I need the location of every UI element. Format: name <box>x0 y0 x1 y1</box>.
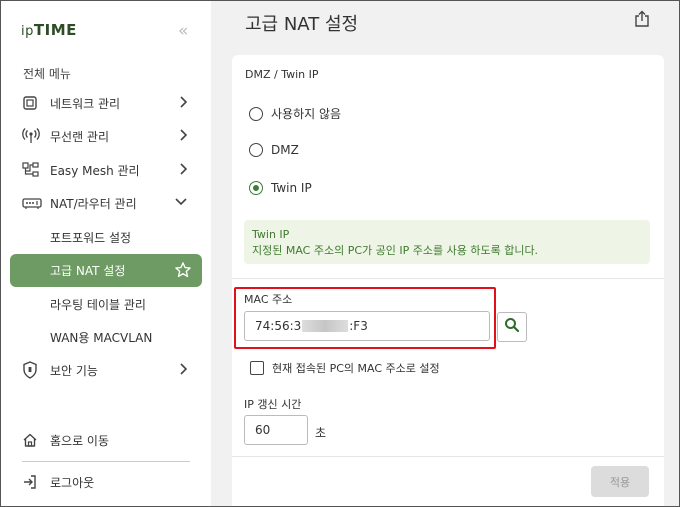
redacted-blur <box>302 320 349 332</box>
footer-divider <box>232 456 664 457</box>
sidebar-item-nat-router[interactable]: NAT/라우터 관리 <box>10 187 202 219</box>
sidebar-item-logout[interactable]: 로그아웃 <box>10 466 202 498</box>
menu-title: 전체 메뉴 <box>23 67 71 81</box>
radio-dmz[interactable]: DMZ <box>249 143 299 157</box>
mac-search-button[interactable] <box>497 312 527 342</box>
sidebar-item-home[interactable]: 홈으로 이동 <box>10 424 202 456</box>
sidebar-item-wireless[interactable]: 무선랜 관리 <box>10 120 202 152</box>
network-icon <box>22 95 44 111</box>
star-icon[interactable] <box>174 261 192 282</box>
collapse-sidebar-icon[interactable]: « <box>178 21 188 41</box>
renew-time-input[interactable]: 60 <box>244 415 308 445</box>
wireless-icon <box>22 128 44 144</box>
chevron-right-icon <box>178 128 188 145</box>
section-divider <box>232 278 664 279</box>
iptime-logo[interactable]: ipTIME <box>21 21 77 39</box>
sidebar-subitem-advanced-nat[interactable]: 고급 NAT 설정 <box>10 254 202 287</box>
search-icon <box>504 317 520 337</box>
sidebar-item-security[interactable]: 보안 기능 <box>10 354 202 386</box>
home-icon <box>22 432 44 448</box>
shield-icon <box>22 361 44 379</box>
page-title: 고급 NAT 설정 <box>245 14 359 35</box>
chevron-down-icon <box>174 195 188 212</box>
radio-button[interactable] <box>249 143 263 157</box>
router-icon <box>22 196 44 210</box>
sidebar-subitem-routing-table[interactable]: 라우팅 테이블 관리 <box>10 288 202 320</box>
info-box: Twin IP 지정된 MAC 주소의 PC가 공인 IP 주소를 사용 하도록… <box>244 220 650 264</box>
share-icon[interactable] <box>634 10 650 32</box>
radio-button[interactable] <box>249 106 263 121</box>
apply-button[interactable]: 적용 <box>591 466 649 497</box>
mac-address-input[interactable]: 74:56:3:F3 <box>244 311 490 341</box>
chevron-right-icon <box>178 362 188 379</box>
info-text: 지정된 MAC 주소의 PC가 공인 IP 주소를 사용 하도록 합니다. <box>252 244 539 257</box>
sidebar-subitem-wan-macvlan[interactable]: WAN용 MACVLAN <box>10 321 202 353</box>
sidebar-subitem-port-forward[interactable]: 포트포워드 설정 <box>10 221 202 253</box>
mac-label: MAC 주소 <box>244 293 293 306</box>
chevron-right-icon <box>178 162 188 179</box>
sidebar-item-network[interactable]: 네트워크 관리 <box>10 87 202 119</box>
radio-button-selected[interactable] <box>249 181 263 195</box>
radio-twin-ip[interactable]: Twin IP <box>249 181 312 195</box>
renew-unit: 초 <box>315 426 327 440</box>
renew-label: IP 갱신 시간 <box>244 398 302 411</box>
sidebar-divider <box>22 461 190 462</box>
sidebar-item-easymesh[interactable]: Easy Mesh 관리 <box>10 154 202 186</box>
mesh-icon <box>22 162 44 178</box>
section-title: DMZ / Twin IP <box>245 68 319 81</box>
logout-icon <box>22 474 44 490</box>
current-pc-mac-option[interactable]: 현재 접속된 PC의 MAC 주소로 설정 <box>250 360 440 376</box>
radio-disabled[interactable]: 사용하지 않음 <box>249 105 341 122</box>
checkbox[interactable] <box>250 361 264 375</box>
chevron-right-icon <box>178 95 188 112</box>
info-title: Twin IP <box>252 228 290 241</box>
